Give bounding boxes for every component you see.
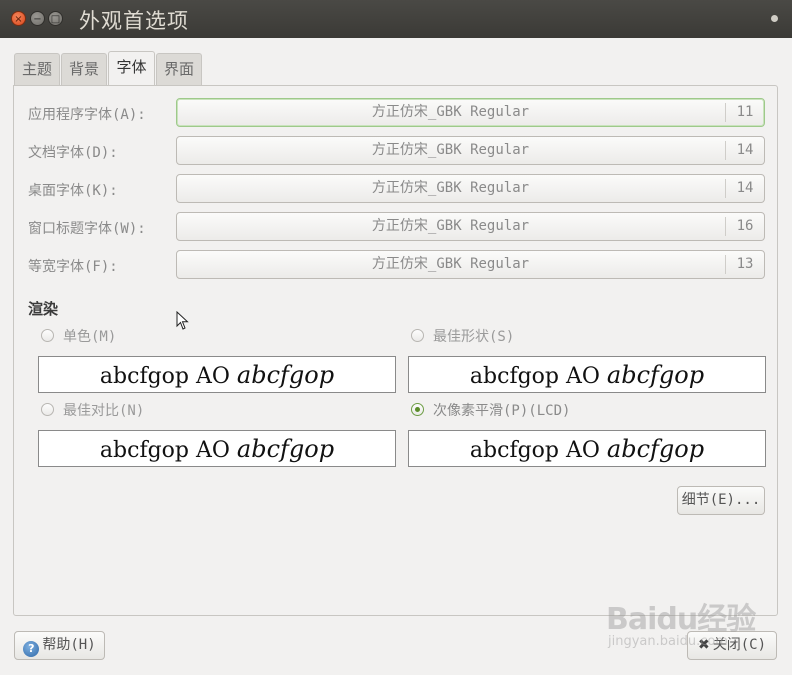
subpixel-smoothing-preview[interactable]: abcfgop AO abcfgop bbox=[408, 430, 766, 467]
window-title-font-button[interactable]: 方正仿宋_GBK Regular 16 bbox=[176, 212, 765, 241]
font-size: 13 bbox=[725, 255, 764, 274]
preview-normal-text: abcfgop AO bbox=[99, 364, 237, 389]
preview-italic-text: abcfgop bbox=[606, 435, 705, 463]
radio-best-shapes[interactable] bbox=[411, 329, 424, 342]
font-size: 16 bbox=[725, 217, 764, 236]
preview-italic-text: abcfgop bbox=[236, 361, 335, 389]
radio-subpixel-smoothing[interactable] bbox=[411, 403, 424, 416]
tab-fonts[interactable]: 字体 bbox=[108, 51, 155, 86]
preview-normal-text: abcfgop AO bbox=[469, 364, 607, 389]
app-font-label: 应用程序字体(A): bbox=[28, 107, 146, 123]
app-font-button[interactable]: 方正仿宋_GBK Regular 11 bbox=[176, 98, 765, 127]
watermark-brand: Baidu经验 bbox=[606, 602, 756, 637]
mouse-cursor-icon bbox=[176, 311, 189, 330]
tab-background[interactable]: 背景 bbox=[61, 53, 107, 85]
font-name: 方正仿宋_GBK Regular bbox=[371, 218, 530, 234]
help-button[interactable]: ? 帮助(H) bbox=[14, 631, 105, 660]
window-title-font-label: 窗口标题字体(W): bbox=[28, 221, 146, 237]
preview-normal-text: abcfgop AO bbox=[99, 438, 237, 463]
document-font-button[interactable]: 方正仿宋_GBK Regular 14 bbox=[176, 136, 765, 165]
monochrome-preview[interactable]: abcfgop AO abcfgop bbox=[38, 356, 396, 393]
watermark-url: jingyan.baidu.com bbox=[608, 634, 728, 649]
desktop-font-button[interactable]: 方正仿宋_GBK Regular 14 bbox=[176, 174, 765, 203]
window-menu-icon[interactable] bbox=[771, 15, 778, 22]
font-size: 14 bbox=[725, 141, 764, 160]
font-size: 11 bbox=[725, 103, 764, 122]
best-contrast-preview[interactable]: abcfgop AO abcfgop bbox=[38, 430, 396, 467]
baidu-watermark: Baidu经验 jingyan.baidu.com bbox=[606, 588, 766, 658]
radio-best-shapes-label[interactable]: 最佳形状(S) bbox=[433, 326, 514, 346]
window-title: 外观首选项 bbox=[79, 9, 189, 33]
font-size: 14 bbox=[725, 179, 764, 198]
radio-best-contrast-label[interactable]: 最佳对比(N) bbox=[63, 400, 144, 420]
radio-monochrome-label[interactable]: 单色(M) bbox=[63, 326, 116, 346]
document-font-label: 文档字体(D): bbox=[28, 145, 118, 161]
preview-italic-text: abcfgop bbox=[236, 435, 335, 463]
window-maximize-button[interactable]: □ bbox=[48, 11, 63, 26]
font-name: 方正仿宋_GBK Regular bbox=[371, 142, 530, 158]
font-name: 方正仿宋_GBK Regular bbox=[371, 256, 530, 272]
desktop-font-label: 桌面字体(K): bbox=[28, 183, 118, 199]
radio-best-contrast[interactable] bbox=[41, 403, 54, 416]
monospace-font-button[interactable]: 方正仿宋_GBK Regular 13 bbox=[176, 250, 765, 279]
tab-theme[interactable]: 主题 bbox=[14, 53, 60, 85]
rendering-section-title: 渲染 bbox=[28, 300, 59, 318]
tab-interface[interactable]: 界面 bbox=[156, 53, 202, 85]
window-minimize-button[interactable]: − bbox=[30, 11, 45, 26]
window-close-button[interactable]: × bbox=[11, 11, 26, 26]
best-shapes-preview[interactable]: abcfgop AO abcfgop bbox=[408, 356, 766, 393]
title-bar: × − □ 外观首选项 bbox=[0, 0, 792, 38]
help-icon: ? bbox=[23, 641, 40, 657]
radio-monochrome[interactable] bbox=[41, 329, 54, 342]
help-button-label: 帮助(H) bbox=[42, 637, 96, 653]
font-name: 方正仿宋_GBK Regular bbox=[371, 104, 530, 120]
details-button[interactable]: 细节(E)... bbox=[677, 486, 765, 515]
font-name: 方正仿宋_GBK Regular bbox=[371, 180, 530, 196]
monospace-font-label: 等宽字体(F): bbox=[28, 259, 118, 275]
radio-subpixel-smoothing-label[interactable]: 次像素平滑(P)(LCD) bbox=[433, 400, 570, 420]
preview-normal-text: abcfgop AO bbox=[469, 438, 607, 463]
preview-italic-text: abcfgop bbox=[606, 361, 705, 389]
